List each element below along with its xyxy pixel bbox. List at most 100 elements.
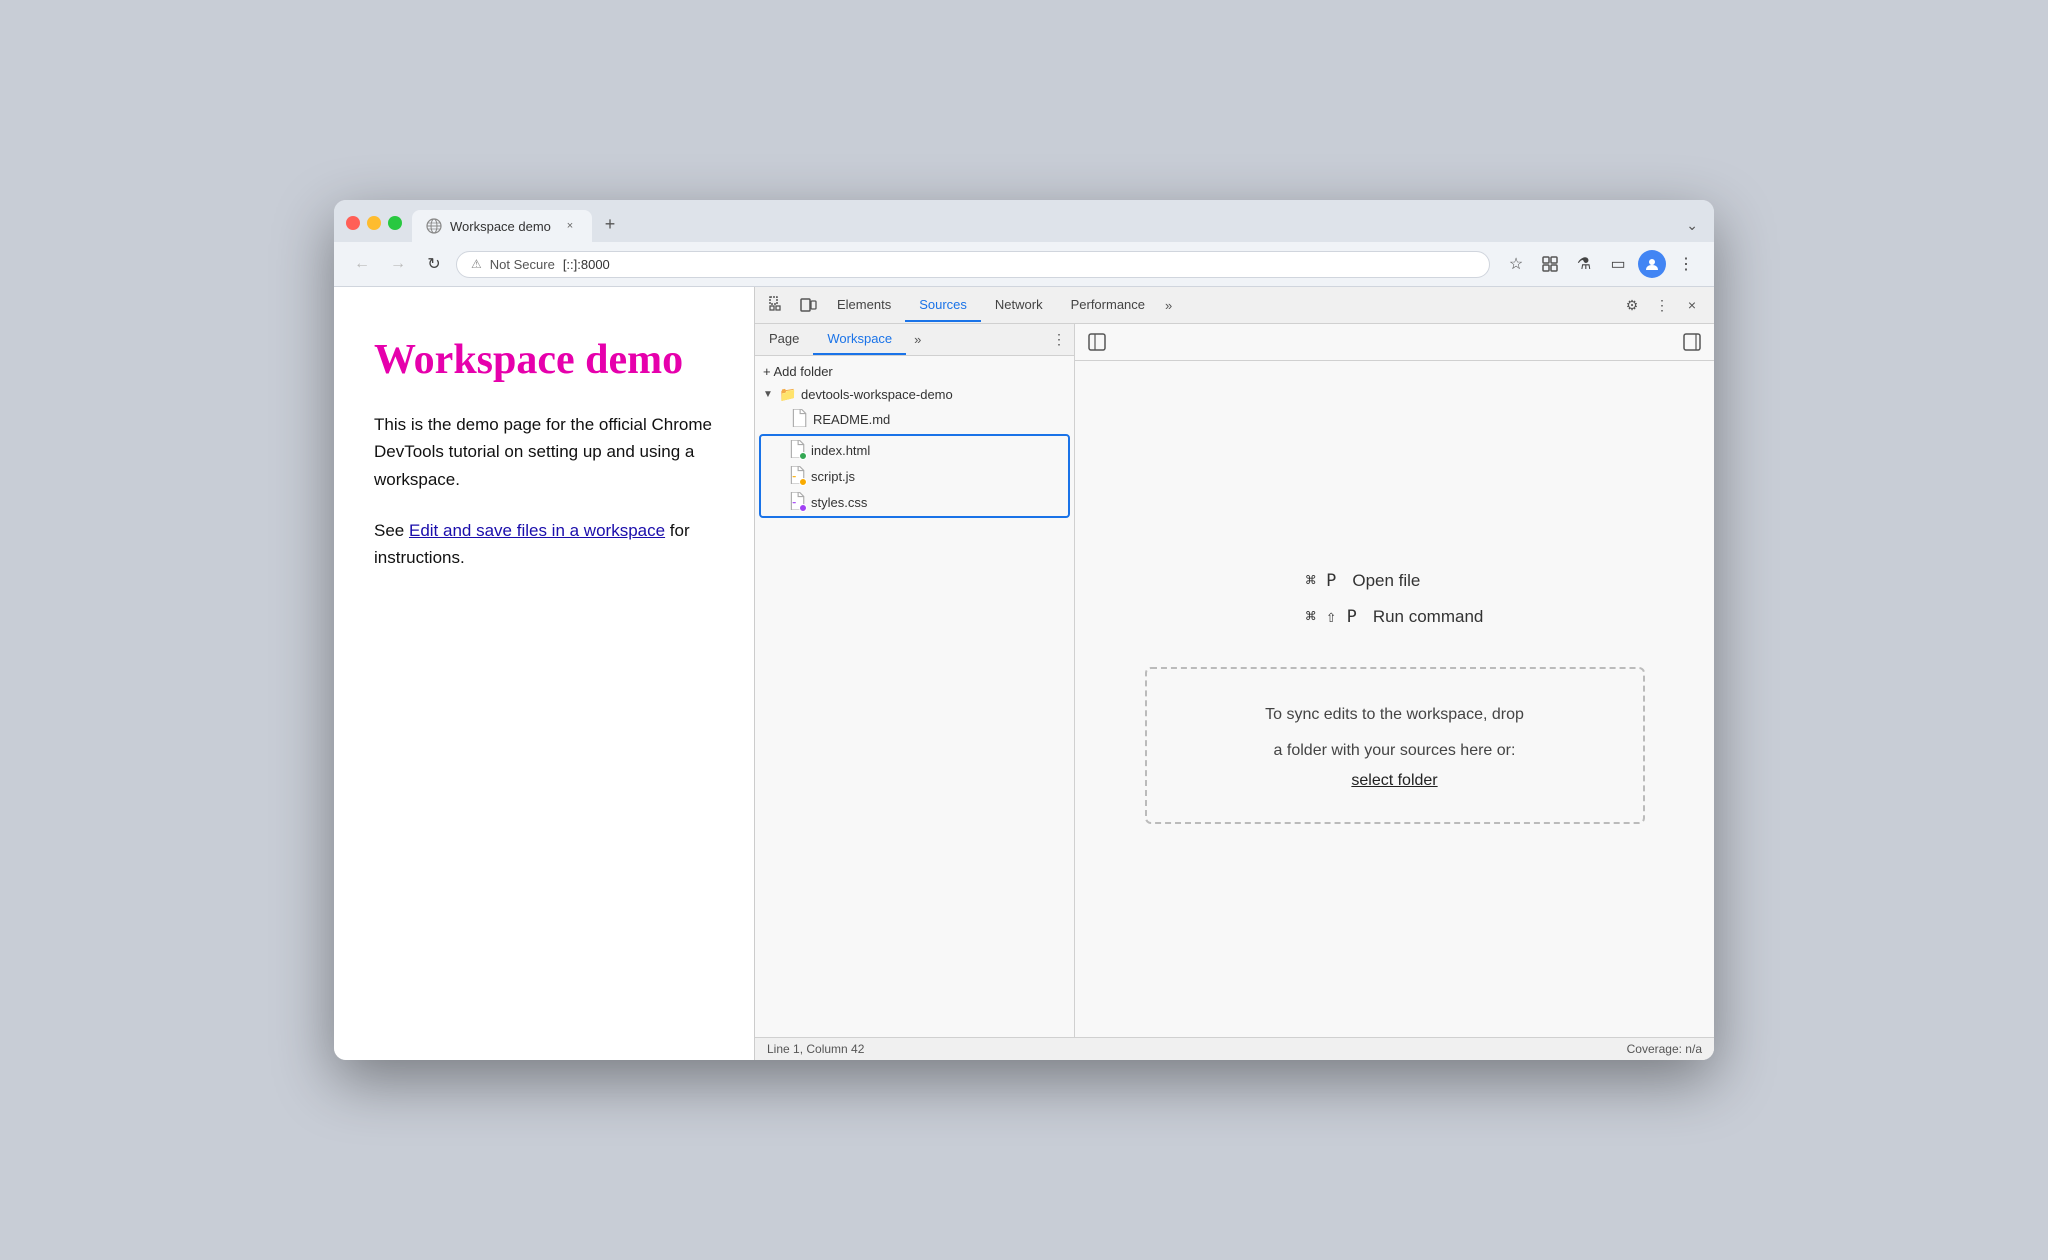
sources-tab-more[interactable]: » [906, 325, 929, 354]
readme-file-icon [791, 409, 809, 429]
sources-editor-toolbar [1075, 324, 1714, 361]
sources-panel: Page Workspace » ⋮ + Add folder [755, 324, 1714, 1037]
drop-zone-text-2: a folder with your sources here or: [1195, 737, 1595, 764]
status-coverage: Coverage: n/a [1627, 1042, 1702, 1056]
security-label: Not Secure [490, 257, 555, 272]
forward-button[interactable]: → [384, 250, 412, 278]
workspace-link[interactable]: Edit and save files in a workspace [409, 521, 665, 540]
maximize-window-button[interactable] [388, 216, 402, 230]
add-folder-button[interactable]: + Add folder [755, 360, 1074, 383]
index-html-label: index.html [811, 443, 870, 458]
page-link-text: See Edit and save files in a workspace f… [374, 517, 714, 571]
sources-tab-workspace[interactable]: Workspace [813, 324, 906, 355]
readme-label: README.md [813, 412, 890, 427]
sidebar-button[interactable]: ▭ [1604, 250, 1632, 278]
sidebar-collapse-icon [1683, 333, 1701, 351]
address-bar: ← → ↻ ⚠ Not Secure [::]:8000 ☆ ⚗ ▭ [334, 242, 1714, 287]
sources-tab-bar: Page Workspace » ⋮ [755, 324, 1074, 356]
tree-chevron-icon: ▼ [763, 389, 775, 400]
devtools-panel: Elements Sources Network Performance » ⚙… [754, 287, 1714, 1060]
devtools-toolbar-right: ⚙ ⋮ × [1618, 291, 1706, 319]
shortcut-run-keys: ⌘ ⇧ P [1306, 607, 1357, 627]
drop-zone-text-1: To sync edits to the workspace, drop [1195, 701, 1595, 728]
shortcut-run-command: ⌘ ⇧ P Run command [1306, 607, 1484, 627]
editor-toggle-icon [1088, 333, 1106, 351]
tree-file-styles-css[interactable]: styles.css [761, 489, 1068, 515]
folder-icon: 📁 [779, 386, 797, 403]
status-position: Line 1, Column 42 [767, 1042, 864, 1056]
security-icon: ⚠ [471, 257, 482, 271]
devtools-tab-more[interactable]: » [1159, 290, 1178, 321]
shortcut-open-keys: ⌘ P [1306, 571, 1337, 591]
devtools-statusbar: Line 1, Column 42 Coverage: n/a [755, 1037, 1714, 1060]
link-pre: See [374, 521, 409, 540]
devtools-settings-button[interactable]: ⚙ [1618, 291, 1646, 319]
devtools-tab-network[interactable]: Network [981, 289, 1057, 322]
address-input[interactable]: ⚠ Not Secure [::]:8000 [456, 251, 1490, 278]
editor-toggle-button[interactable] [1083, 328, 1111, 356]
tree-file-readme[interactable]: README.md [755, 406, 1074, 432]
tree-file-index-html[interactable]: index.html [761, 437, 1068, 463]
main-content: Workspace demo This is the demo page for… [334, 287, 1714, 1060]
green-dot [799, 452, 807, 460]
folder-label: devtools-workspace-demo [801, 387, 953, 402]
devtools-tab-sources[interactable]: Sources [905, 289, 981, 322]
extension-button[interactable] [1536, 250, 1564, 278]
drop-zone[interactable]: To sync edits to the workspace, drop a f… [1145, 667, 1645, 823]
devtools-close-button[interactable]: × [1678, 291, 1706, 319]
devtools-tab-performance[interactable]: Performance [1057, 289, 1159, 322]
page-body-text: This is the demo page for the official C… [374, 411, 714, 493]
bookmark-button[interactable]: ☆ [1502, 250, 1530, 278]
select-folder-button[interactable]: select folder [1351, 772, 1437, 789]
device-icon [799, 296, 817, 314]
experiment-button[interactable]: ⚗ [1570, 250, 1598, 278]
script-js-label: script.js [811, 469, 855, 484]
styles-css-label: styles.css [811, 495, 867, 510]
sources-sidebar: Page Workspace » ⋮ + Add folder [755, 324, 1075, 1037]
sidebar-collapse-button[interactable] [1678, 328, 1706, 356]
browser-tab-active[interactable]: Workspace demo × [412, 210, 592, 242]
back-button[interactable]: ← [348, 250, 376, 278]
sources-tab-menu[interactable]: ⋮ [1044, 324, 1074, 355]
css-file-icon [789, 492, 807, 512]
shortcut-run-label: Run command [1373, 607, 1484, 627]
tab-title: Workspace demo [450, 219, 554, 234]
new-tab-button[interactable]: + [596, 210, 624, 238]
purple-dot [799, 504, 807, 512]
devtools-tab-elements[interactable]: Elements [823, 289, 905, 322]
chrome-menu-button[interactable]: ⋮ [1672, 250, 1700, 278]
js-file-icon [789, 466, 807, 486]
devtools-device-button[interactable] [793, 287, 823, 323]
browser-toolbar-icons: ☆ ⚗ ▭ ⋮ [1502, 250, 1700, 278]
devtools-tab-bar: Elements Sources Network Performance » ⚙… [755, 287, 1714, 324]
tab-favicon [426, 218, 442, 234]
file-tree: + Add folder ▼ 📁 devtools-workspace-demo [755, 356, 1074, 1037]
devtools-menu-button[interactable]: ⋮ [1648, 291, 1676, 319]
devtools-inspect-button[interactable] [763, 287, 793, 323]
window-controls [346, 216, 402, 242]
shortcuts-area: ⌘ P Open file ⌘ ⇧ P Run command [1306, 571, 1484, 627]
file-highlight-group: index.html [759, 434, 1070, 518]
inspect-icon [769, 296, 787, 314]
shortcut-open-label: Open file [1352, 571, 1420, 591]
html-file-icon [789, 440, 807, 460]
extension-icon [1541, 255, 1559, 273]
minimize-window-button[interactable] [367, 216, 381, 230]
profile-avatar [1644, 256, 1660, 272]
sources-editor-area: ⌘ P Open file ⌘ ⇧ P Run command To sync … [1075, 324, 1714, 1037]
orange-dot [799, 478, 807, 486]
reload-button[interactable]: ↻ [420, 250, 448, 278]
tab-bar: Workspace demo × + ⌄ [412, 210, 1702, 242]
profile-button[interactable] [1638, 250, 1666, 278]
tree-file-script-js[interactable]: script.js [761, 463, 1068, 489]
browser-window: Workspace demo × + ⌄ ← → ↻ ⚠ Not Secure … [334, 200, 1714, 1060]
page-title: Workspace demo [374, 337, 714, 383]
address-text: [::]:8000 [563, 257, 610, 272]
tab-close-button[interactable]: × [562, 218, 578, 234]
webpage-content: Workspace demo This is the demo page for… [334, 287, 754, 1060]
tab-chevron-button[interactable]: ⌄ [1686, 217, 1698, 242]
tree-folder[interactable]: ▼ 📁 devtools-workspace-demo [755, 383, 1074, 406]
sources-tab-page[interactable]: Page [755, 324, 813, 355]
shortcut-open-file: ⌘ P Open file [1306, 571, 1421, 591]
close-window-button[interactable] [346, 216, 360, 230]
